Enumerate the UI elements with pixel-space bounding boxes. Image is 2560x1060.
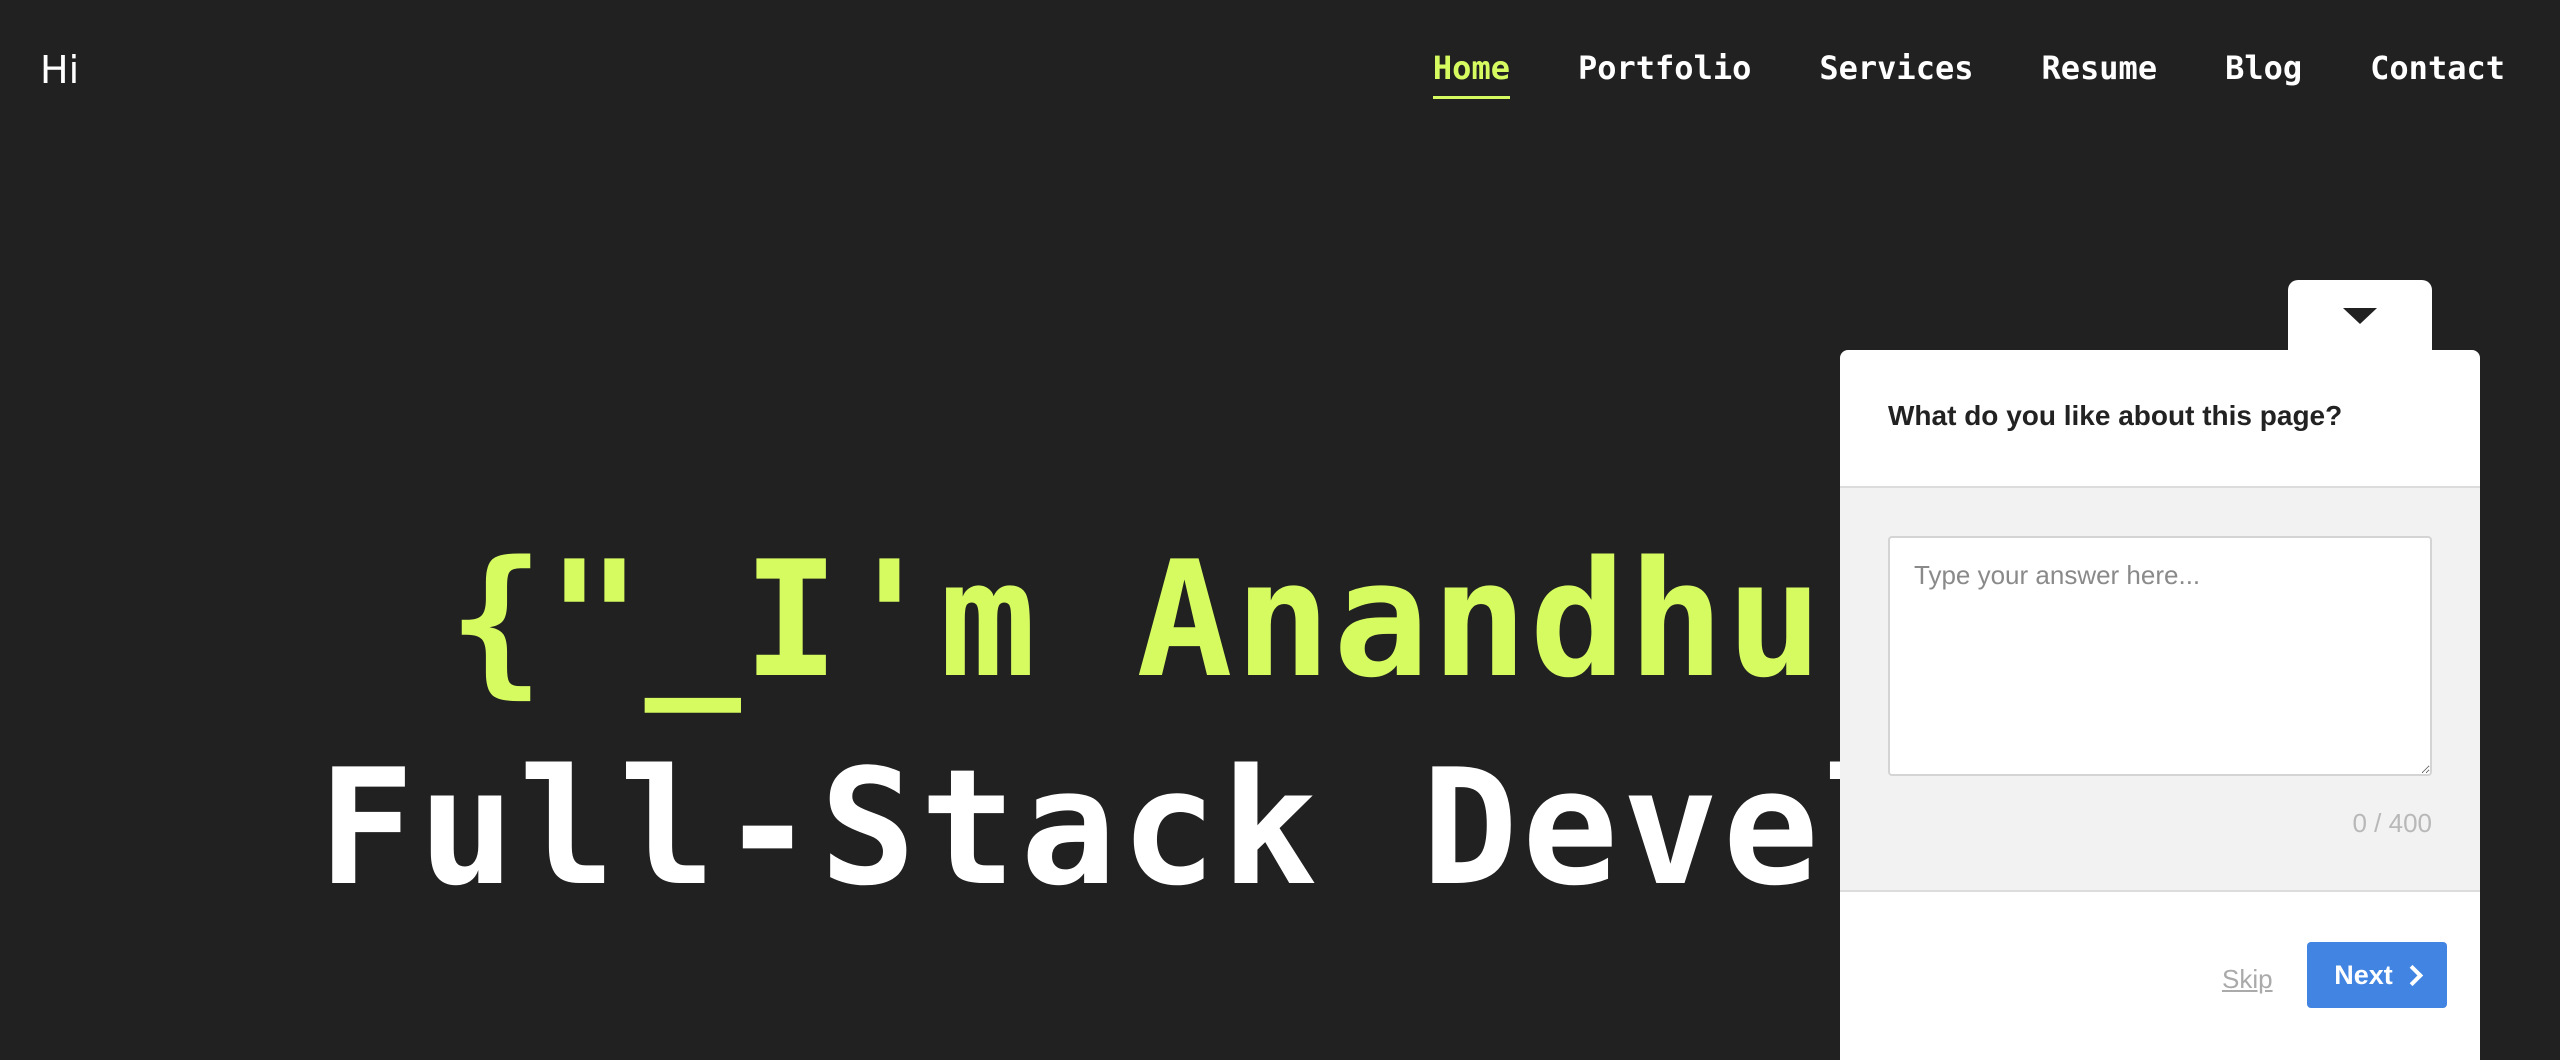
nav-blog[interactable]: Blog [2225,46,2302,99]
feedback-survey: What do you like about this page? 0 / 40… [1840,350,2480,1060]
nav-contact[interactable]: Contact [2370,46,2505,99]
nav-home[interactable]: Home [1432,46,1510,99]
character-counter: 0 / 400 [2352,808,2432,838]
survey-question: What do you like about this page? [1888,400,2343,431]
nav-services[interactable]: Services [1819,46,1973,99]
survey-collapse-tab[interactable] [2288,280,2432,352]
caret-down-icon [2343,308,2377,324]
skip-link[interactable]: Skip [2222,964,2273,995]
next-button-label: Next [2334,959,2393,990]
main-nav: Home Portfolio Services Resume Blog Cont… [1432,46,2505,99]
next-button[interactable]: Next [2307,942,2447,1008]
survey-body: 0 / 400 [1840,488,2480,892]
survey-footer: Skip Next [1840,892,2480,1060]
nav-resume[interactable]: Resume [2041,46,2157,99]
survey-header: What do you like about this page? [1840,350,2480,488]
chevron-right-icon [2401,964,2423,986]
nav-portfolio[interactable]: Portfolio [1578,46,1751,99]
site-logo[interactable]: Hi [40,48,79,92]
survey-answer-input[interactable] [1888,536,2432,776]
